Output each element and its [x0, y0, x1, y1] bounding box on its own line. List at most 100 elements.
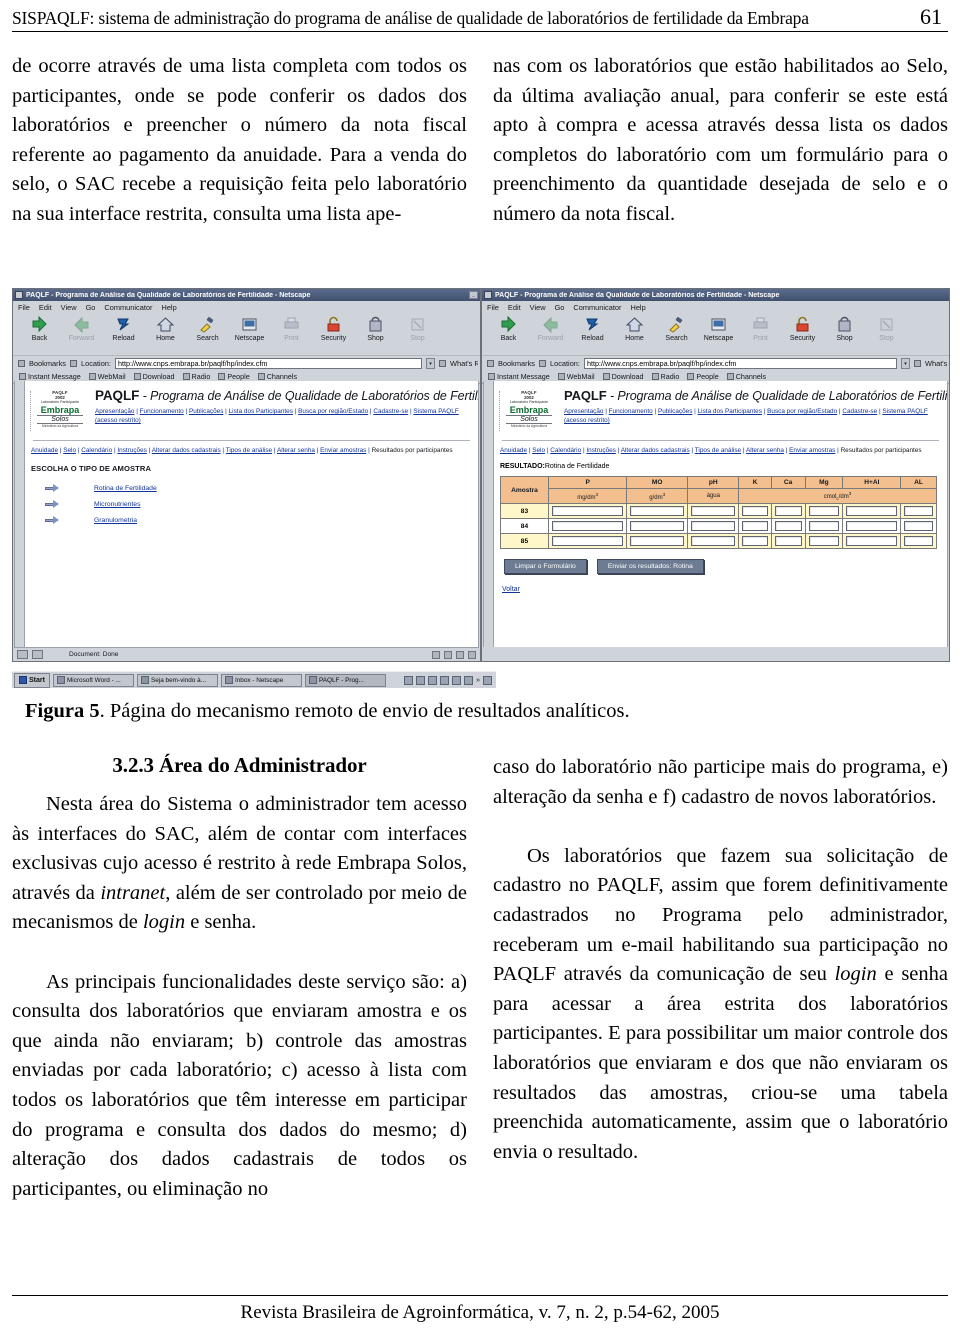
input-85-mo[interactable] [630, 536, 685, 547]
menu-help[interactable]: Help [630, 303, 645, 312]
home-button[interactable]: Home [614, 315, 655, 342]
tray-icon-7[interactable] [483, 675, 492, 685]
subnav-instrucoes[interactable]: Instruções [117, 447, 146, 454]
subnav-selo[interactable]: Selo [532, 447, 545, 454]
input-84-ph[interactable] [691, 521, 736, 532]
people-item[interactable]: People [687, 372, 719, 381]
nav-busca-regiao[interactable]: Busca por região/Estado [298, 408, 368, 415]
link-rotina-fertilidade[interactable]: Rotina de Fertilidade [94, 485, 157, 492]
start-button[interactable]: Start [14, 672, 50, 688]
menu-help[interactable]: Help [161, 303, 176, 312]
people-item[interactable]: People [218, 372, 250, 381]
taskbar-item-paqlf[interactable]: PAQLF - Prog... [304, 673, 386, 687]
security-button[interactable]: Security [313, 315, 354, 342]
subnav-enviar-amostras[interactable]: Enviar amostras [789, 447, 835, 454]
subnav-selo[interactable]: Selo [63, 447, 76, 454]
menu-edit[interactable]: Edit [508, 303, 521, 312]
location-chevron-down-icon[interactable]: ▾ [901, 357, 910, 369]
back-link[interactable]: Voltar [500, 586, 941, 593]
shop-button[interactable]: Shop [355, 315, 396, 342]
webmail-item[interactable]: WebMail [88, 372, 126, 381]
input-85-p[interactable] [551, 536, 624, 547]
nav-busca-regiao[interactable]: Busca por região/Estado [767, 408, 837, 415]
subnav-calendario[interactable]: Calendário [81, 447, 112, 454]
input-83-mg[interactable] [808, 506, 840, 517]
bookmarks-icon[interactable] [18, 359, 25, 367]
submit-results-button[interactable]: Enviar os resultados: Rotina [596, 559, 704, 575]
input-83-hal[interactable] [846, 506, 898, 517]
subnav-anuidade[interactable]: Anuidade [31, 447, 58, 454]
tray-icon-3[interactable] [428, 675, 438, 685]
subnav-instrucoes[interactable]: Instruções [586, 447, 615, 454]
radio-item[interactable]: Radio [182, 372, 210, 381]
input-84-p[interactable] [551, 521, 624, 532]
bookmarks-label[interactable]: Bookmarks [29, 359, 66, 368]
menu-file[interactable]: File [487, 303, 499, 312]
subnav-tipos-analise[interactable]: Tipos de análise [226, 447, 272, 454]
subnav-anuidade[interactable]: Anuidade [500, 447, 527, 454]
nav-lista-participantes[interactable]: Lista dos Participantes [698, 408, 762, 415]
nav-publicacoes[interactable]: Publicações [658, 408, 692, 415]
download-item[interactable]: Download [602, 372, 644, 381]
download-item[interactable]: Download [133, 372, 175, 381]
reload-button[interactable]: Reload [572, 315, 613, 342]
location-input[interactable]: http://www.cnps.embrapa.br/paqlf/hp/inde… [114, 357, 422, 369]
input-85-mg[interactable] [808, 536, 840, 547]
security-button[interactable]: Security [782, 315, 823, 342]
tray-icon-1[interactable] [404, 675, 414, 685]
input-83-ph[interactable] [691, 506, 736, 517]
menu-go[interactable]: Go [86, 303, 96, 312]
subnav-enviar-amostras[interactable]: Enviar amostras [320, 447, 366, 454]
input-84-mg[interactable] [808, 521, 840, 532]
nav-apresentacao[interactable]: Apresentação [95, 408, 134, 415]
home-button[interactable]: Home [145, 315, 186, 342]
print-button[interactable]: Print [740, 315, 781, 342]
menu-communicator[interactable]: Communicator [573, 303, 621, 312]
input-85-ph[interactable] [691, 536, 736, 547]
forward-button[interactable]: Forward [530, 315, 571, 342]
netscape-button[interactable]: Netscape [229, 315, 270, 342]
back-button[interactable]: Back [488, 315, 529, 342]
input-83-ca[interactable] [774, 506, 802, 517]
print-button[interactable]: Print [271, 315, 312, 342]
input-85-al[interactable] [904, 536, 933, 547]
input-83-al[interactable] [904, 506, 933, 517]
menu-communicator[interactable]: Communicator [104, 303, 152, 312]
nav-funcionamento[interactable]: Funcionamento [140, 408, 184, 415]
list-item[interactable]: Rotina de Fertilidade [31, 480, 472, 496]
list-item[interactable]: Micronutrientes [31, 496, 472, 512]
subnav-alterar-senha[interactable]: Alterar senha [746, 447, 784, 454]
input-83-mo[interactable] [630, 506, 685, 517]
webmail-item[interactable]: WebMail [557, 372, 595, 381]
left-scrollbar[interactable] [15, 381, 25, 647]
input-83-p[interactable] [551, 506, 624, 517]
tray-icon-5[interactable] [452, 675, 462, 685]
menu-file[interactable]: File [18, 303, 30, 312]
shop-button[interactable]: Shop [824, 315, 865, 342]
left-scrollbar[interactable] [484, 381, 494, 647]
location-input[interactable]: http://www.cnps.embrapa.br/paqlf/hp/inde… [583, 357, 897, 369]
forward-button[interactable]: Forward [61, 315, 102, 342]
subnav-alterar-dados[interactable]: Alterar dados cadastrais [621, 447, 690, 454]
back-button[interactable]: Back [19, 315, 60, 342]
input-84-ca[interactable] [774, 521, 802, 532]
link-micronutrientes[interactable]: Micronutrientes [94, 501, 140, 508]
tray-icon-6[interactable] [464, 675, 474, 685]
status-icon-1[interactable] [432, 650, 440, 659]
taskbar-item-seja-bem-vindo[interactable]: Seja bem-vindo à... [136, 673, 218, 687]
instant-message-item[interactable]: Instant Message [19, 372, 81, 381]
minimize-button-left[interactable]: _ [469, 291, 478, 299]
channels-item[interactable]: Channels [257, 372, 297, 381]
search-button[interactable]: Search [187, 315, 228, 342]
nav-publicacoes[interactable]: Publicações [189, 408, 223, 415]
tray-overflow-icon[interactable]: » [476, 677, 480, 684]
input-84-al[interactable] [904, 521, 933, 532]
menu-view[interactable]: View [530, 303, 546, 312]
channels-item[interactable]: Channels [726, 372, 766, 381]
reload-button[interactable]: Reload [103, 315, 144, 342]
input-84-hal[interactable] [846, 521, 898, 532]
input-85-ca[interactable] [774, 536, 802, 547]
bookmarks-icon[interactable] [487, 359, 494, 367]
input-85-hal[interactable] [846, 536, 898, 547]
whats-related-label[interactable]: What's Related [450, 359, 478, 368]
